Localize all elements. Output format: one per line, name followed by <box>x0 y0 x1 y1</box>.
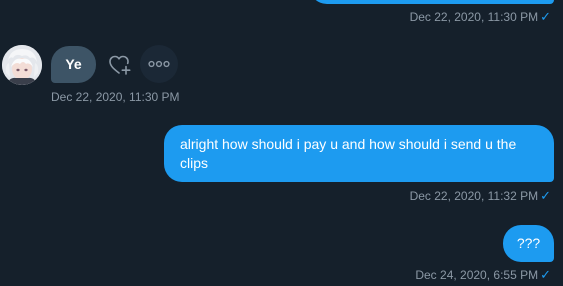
avatar-image <box>2 45 42 85</box>
more-options-button[interactable] <box>140 45 178 83</box>
message-meta: Dec 22, 2020, 11:30 PM <box>51 90 180 104</box>
message-meta: Dec 22, 2020, 11:32 PM ✓ <box>409 188 551 204</box>
more-options-icon <box>148 60 170 68</box>
read-check-icon: ✓ <box>540 9 551 24</box>
message-bubble-outgoing[interactable]: alright how should i pay u and how shoul… <box>164 125 554 182</box>
message-timestamp: Dec 22, 2020, 11:30 PM <box>51 90 180 104</box>
dm-conversation: Dec 22, 2020, 11:30 PM ✓ Ye Dec 22, 2020… <box>0 0 563 286</box>
message-meta: Dec 24, 2020, 6:55 PM ✓ <box>415 267 551 283</box>
avatar[interactable] <box>2 45 42 85</box>
message-timestamp: Dec 22, 2020, 11:32 PM <box>409 189 539 203</box>
message-bubble-outgoing-partial[interactable] <box>309 0 554 4</box>
message-bubble-incoming[interactable]: Ye <box>51 46 96 83</box>
message-text: Ye <box>65 56 82 72</box>
read-check-icon: ✓ <box>540 267 551 282</box>
message-meta: Dec 22, 2020, 11:30 PM ✓ <box>409 9 551 25</box>
heart-plus-icon <box>109 55 131 75</box>
react-button[interactable] <box>107 53 133 77</box>
message-text: alright how should i pay u and how shoul… <box>180 136 517 171</box>
message-text: ??? <box>516 235 541 251</box>
read-check-icon: ✓ <box>540 188 551 203</box>
message-timestamp: Dec 24, 2020, 6:55 PM <box>415 268 539 282</box>
message-bubble-outgoing[interactable]: ??? <box>503 225 554 262</box>
message-timestamp: Dec 22, 2020, 11:30 PM <box>409 10 539 24</box>
